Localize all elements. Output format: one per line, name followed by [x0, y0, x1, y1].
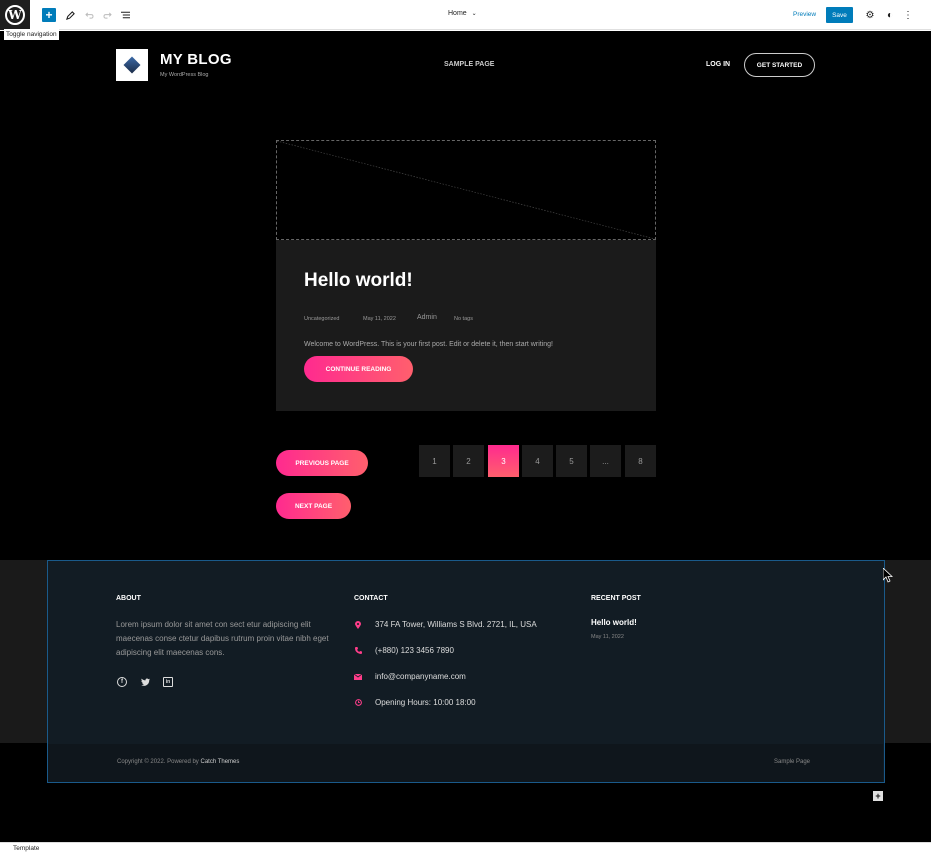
page-number-current[interactable]: 3: [488, 445, 519, 477]
about-text: Lorem ipsum dolor sit amet con sect etur…: [116, 620, 329, 657]
gear-icon: ⚙: [865, 9, 875, 21]
block-appender-plus-button[interactable]: +: [873, 791, 883, 801]
placeholder-diagonal: [277, 141, 655, 239]
page-number-5[interactable]: 5: [556, 445, 587, 477]
site-tagline[interactable]: My WordPress Blog: [160, 72, 209, 78]
breadcrumb-template[interactable]: Template: [13, 845, 39, 852]
contact-heading: CONTACT: [354, 595, 388, 602]
footer-bottom-bar: Copyright © 2022. Powered by Catch Theme…: [48, 744, 883, 782]
post-card: Hello world! Uncategorized May 11, 2022 …: [276, 240, 656, 411]
list-view-button[interactable]: [118, 8, 132, 22]
plus-icon: +: [875, 791, 881, 801]
site-logo[interactable]: [116, 49, 148, 81]
next-page-button[interactable]: NEXT PAGE: [276, 493, 351, 519]
facebook-icon[interactable]: f: [117, 677, 127, 687]
settings-button[interactable]: ⚙: [863, 8, 877, 22]
clock-icon: [354, 698, 362, 707]
page-number-2[interactable]: 2: [453, 445, 484, 477]
contact-hours: Opening Hours: 10:00 18:00: [375, 698, 476, 707]
copyright-prefix: Copyright © 2022. Powered by: [117, 759, 199, 765]
toggle-navigation-tooltip: Toggle navigation: [4, 29, 59, 40]
redo-icon: [103, 12, 112, 19]
get-started-button[interactable]: GET STARTED: [744, 53, 815, 77]
block-inserter-button[interactable]: +: [42, 8, 56, 22]
tools-button[interactable]: [63, 8, 77, 22]
redo-button[interactable]: [100, 8, 114, 22]
post-tags: No tags: [454, 316, 473, 322]
previous-page-button[interactable]: PREVIOUS PAGE: [276, 450, 368, 476]
twitter-icon[interactable]: [140, 677, 150, 687]
contact-address: 374 FA Tower, Williams S Blvd. 2721, IL,…: [375, 620, 537, 629]
post-author[interactable]: Admin: [417, 314, 437, 321]
plus-icon: +: [45, 8, 53, 22]
continue-reading-button[interactable]: CONTINUE READING: [304, 356, 413, 382]
block-breadcrumb-bar: Template: [0, 842, 931, 855]
contact-email[interactable]: info@companyname.com: [375, 672, 466, 681]
phone-icon: [354, 646, 362, 655]
half-circle-icon: ◐: [886, 9, 894, 21]
editor-canvas: MY BLOG My WordPress Blog SAMPLE PAGE LO…: [0, 31, 931, 842]
post-category[interactable]: Uncategorized: [304, 316, 339, 322]
page-number-last[interactable]: 8: [625, 445, 656, 477]
wordpress-icon: W: [5, 5, 25, 25]
envelope-icon: [354, 672, 362, 681]
cube-logo-icon: [123, 56, 141, 74]
list-view-icon: [120, 11, 130, 19]
document-title: Home: [448, 10, 467, 17]
undo-button[interactable]: [82, 8, 96, 22]
login-link[interactable]: LOG IN: [706, 61, 730, 68]
post-date[interactable]: May 11, 2022: [363, 316, 396, 322]
page-number-4[interactable]: 4: [522, 445, 553, 477]
vertical-ellipsis-icon: ⋮: [903, 9, 913, 21]
site-title[interactable]: MY BLOG: [160, 51, 232, 68]
chevron-down-icon: ⌄: [471, 11, 477, 17]
undo-icon: [84, 12, 93, 19]
document-title-dropdown[interactable]: Home ⌄: [448, 10, 477, 17]
options-button[interactable]: ⋮: [901, 8, 915, 22]
nav-item-sample-page[interactable]: SAMPLE PAGE: [444, 61, 494, 68]
post-excerpt: Welcome to WordPress. This is your first…: [304, 341, 553, 348]
catch-themes-link[interactable]: Catch Themes: [200, 759, 239, 765]
page-ellipsis: ...: [590, 445, 621, 477]
wordpress-logo-button[interactable]: W: [0, 0, 30, 30]
recent-post-date: May 11, 2022: [591, 634, 624, 640]
about-heading: ABOUT: [116, 595, 141, 602]
map-pin-icon: [354, 620, 362, 629]
editor-toolbar: W + Home ⌄ Preview Save ⚙ ◐ ⋮: [0, 0, 931, 30]
post-title[interactable]: Hello world!: [304, 270, 413, 292]
preview-button[interactable]: Preview: [793, 11, 816, 18]
pencil-icon: [65, 10, 75, 20]
recent-post-heading: RECENT POST: [591, 595, 641, 602]
linkedin-icon[interactable]: in: [163, 677, 173, 687]
page-number-1[interactable]: 1: [419, 445, 450, 477]
copyright-text: Copyright © 2022. Powered by Catch Theme…: [117, 759, 239, 765]
footer-template-part[interactable]: ABOUT Lorem ipsum dolor sit amet con sec…: [47, 560, 885, 783]
footer-sample-page-link[interactable]: Sample Page: [774, 759, 810, 765]
contact-phone: (+880) 123 3456 7890: [375, 646, 454, 655]
styles-button[interactable]: ◐: [883, 8, 897, 22]
featured-image-placeholder[interactable]: [276, 140, 656, 240]
recent-post-link[interactable]: Hello world!: [591, 618, 637, 627]
save-button[interactable]: Save: [826, 7, 853, 23]
